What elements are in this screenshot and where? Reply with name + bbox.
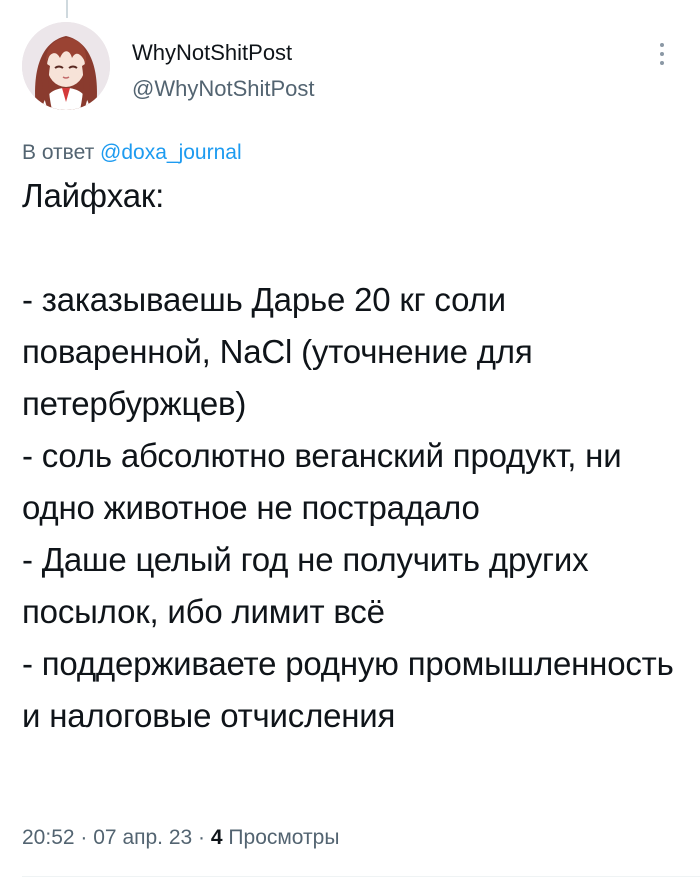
reply-context: В ответ @doxa_journal (22, 140, 242, 166)
thread-connector-line (66, 0, 68, 18)
reply-prefix: В ответ (22, 141, 95, 164)
more-vertical-icon[interactable] (652, 38, 672, 70)
tweet-text: Лайфхак: - заказываешь Дарье 20 кг соли … (22, 177, 674, 734)
anime-avatar-icon (22, 22, 110, 110)
meta-separator: · (80, 826, 88, 849)
tweet-meta: 20:52 · 07 апр. 23 · 4 Просмотры (22, 825, 339, 851)
views-label[interactable]: Просмотры (228, 826, 339, 849)
avatar[interactable] (22, 22, 110, 110)
reply-mention-link[interactable]: @doxa_journal (100, 141, 242, 164)
author-handle[interactable]: @WhyNotShitPost (132, 76, 315, 102)
tweet-date[interactable]: 07 апр. 23 (93, 826, 192, 849)
tweet-time[interactable]: 20:52 (22, 826, 75, 849)
views-count: 4 (210, 826, 223, 849)
meta-separator: · (198, 826, 206, 849)
author-block: WhyNotShitPost @WhyNotShitPost (132, 40, 315, 102)
divider (22, 876, 700, 877)
author-display-name[interactable]: WhyNotShitPost (132, 40, 315, 66)
